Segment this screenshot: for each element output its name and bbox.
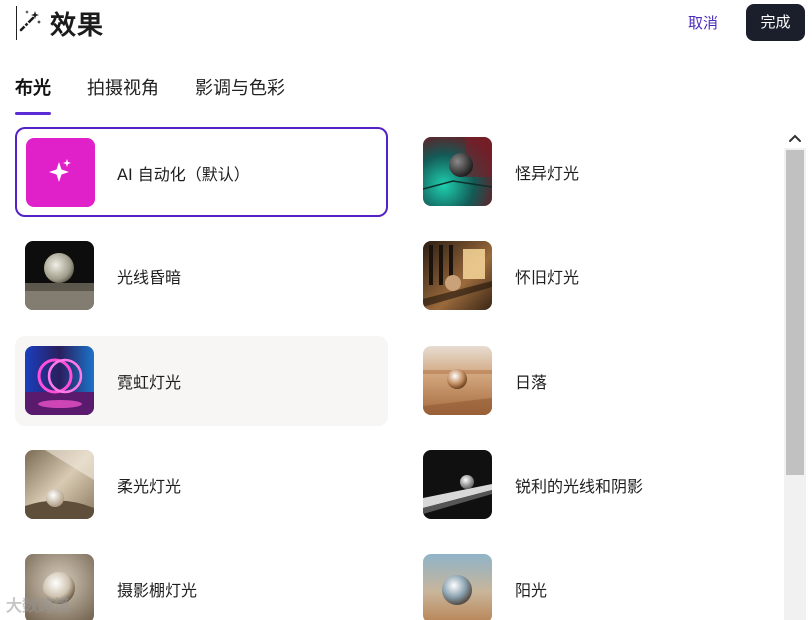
eerie-light-thumbnail bbox=[423, 137, 492, 206]
text-caret bbox=[16, 6, 17, 40]
ai-auto-thumbnail bbox=[26, 138, 95, 207]
effect-card-soft-light[interactable]: 柔光灯光 bbox=[15, 440, 388, 530]
watermark: 大数跨境 bbox=[6, 596, 71, 615]
effect-card-hard-shadow[interactable]: 锐利的光线和阴影 bbox=[413, 440, 786, 530]
scrollbar-thumb[interactable] bbox=[786, 150, 804, 475]
effect-card-dim-light[interactable]: 光线昏暗 bbox=[15, 231, 388, 321]
effect-label: 怀旧灯光 bbox=[515, 268, 580, 287]
hard-shadow-thumbnail bbox=[423, 450, 492, 519]
vintage-light-thumbnail bbox=[423, 241, 492, 310]
dim-light-thumbnail bbox=[25, 241, 94, 310]
neon-light-thumbnail bbox=[25, 346, 94, 415]
effect-label: 光线昏暗 bbox=[117, 268, 182, 287]
sparkle-icon bbox=[49, 159, 71, 182]
effect-card-vintage-light[interactable]: 怀旧灯光 bbox=[413, 231, 786, 321]
magic-wand-icon bbox=[19, 10, 41, 32]
effect-card-studio-light[interactable]: 摄影棚灯光 bbox=[15, 544, 388, 620]
effect-label: 日落 bbox=[515, 373, 548, 392]
effect-label: 锐利的光线和阴影 bbox=[515, 477, 644, 496]
effect-card-ai-auto[interactable]: AI 自动化（默认） bbox=[15, 127, 388, 217]
page-title: 效果 bbox=[50, 11, 105, 41]
scroll-up-arrow-icon[interactable] bbox=[785, 128, 805, 148]
effect-label: 摄影棚灯光 bbox=[117, 581, 198, 600]
sunset-thumbnail bbox=[423, 346, 492, 415]
tab-camera-angle[interactable]: 拍摄视角 bbox=[87, 74, 159, 100]
panel-header: 效果 取消 完成 bbox=[0, 0, 812, 46]
effect-label: 霓虹灯光 bbox=[117, 373, 182, 392]
effect-label: AI 自动化（默认） bbox=[117, 165, 250, 184]
effect-card-neon-light[interactable]: 霓虹灯光 bbox=[15, 336, 388, 426]
effect-tabs: 布光 拍摄视角 影调与色彩 bbox=[0, 66, 812, 118]
effect-label: 怪异灯光 bbox=[515, 164, 580, 183]
tab-tone-color[interactable]: 影调与色彩 bbox=[195, 74, 285, 100]
done-button[interactable]: 完成 bbox=[746, 4, 805, 41]
effect-card-eerie-light[interactable]: 怪异灯光 bbox=[413, 127, 786, 217]
effect-label: 柔光灯光 bbox=[117, 477, 182, 496]
soft-light-thumbnail bbox=[25, 450, 94, 519]
tab-lighting[interactable]: 布光 bbox=[15, 74, 51, 100]
effects-grid: AI 自动化（默认） 怪异灯光 光线昏暗 怀旧灯光 霓虹灯光 日落 柔光灯光 锐… bbox=[0, 124, 780, 620]
cancel-button[interactable]: 取消 bbox=[680, 11, 726, 35]
effect-card-sunlight[interactable]: 阳光 bbox=[413, 544, 786, 620]
effect-label: 阳光 bbox=[515, 581, 548, 600]
effect-card-sunset[interactable]: 日落 bbox=[413, 336, 786, 426]
sunlight-thumbnail bbox=[423, 554, 492, 620]
active-tab-indicator bbox=[15, 112, 51, 115]
